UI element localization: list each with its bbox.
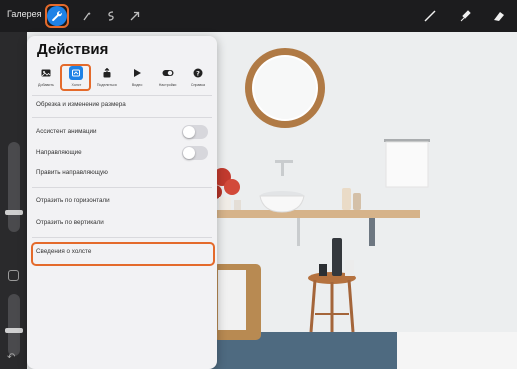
help-icon: ? [191,66,205,80]
tab-add-label: Добавить [38,83,54,87]
modify-button[interactable] [8,270,19,281]
flip-horizontal-item[interactable]: Отразить по горизонтали [32,194,212,210]
left-sidebar: ↶ [0,32,27,369]
canvas-tab-highlight [60,64,91,91]
tab-share-label: Поделиться [96,83,117,87]
brush-size-handle[interactable] [5,210,23,215]
image-icon [39,66,53,80]
tab-settings[interactable]: Настройки [154,64,182,96]
tab-help[interactable]: ? Справка [184,64,212,96]
divider [32,187,212,188]
crop-resize-item[interactable]: Обрезка и изменение размера [32,98,212,114]
toggle-icon [161,66,175,80]
flip-horizontal-label: Отразить по горизонтали [36,197,110,204]
divider [32,95,212,96]
brush-icon[interactable] [421,7,439,25]
tab-video[interactable]: Видео [123,64,151,96]
tab-help-label: Справка [190,83,205,87]
tab-settings-label: Настройки [158,83,177,87]
selection-icon[interactable] [101,6,121,26]
animation-assist-toggle[interactable] [182,125,208,139]
divider [32,117,212,118]
svg-text:?: ? [196,69,200,77]
guides-label: Направляющие [36,149,82,156]
undo-icon[interactable]: ↶ [7,352,15,363]
tab-add[interactable]: Добавить [32,64,60,96]
actions-panel: Действия Добавить Холст Поделиться Видео [27,36,217,369]
guides-item: Направляющие [32,146,212,162]
action-tabs: Добавить Холст Поделиться Видео Настройк… [29,64,215,96]
edit-guides-label: Править направляющую [36,169,108,176]
canvas-info-highlight [31,242,215,266]
flip-vertical-label: Отразить по вертикали [36,219,104,226]
animation-assist-label: Ассистент анимации [36,128,97,135]
panel-title: Действия [37,41,109,58]
animation-assist-item: Ассистент анимации [32,125,212,141]
tab-share[interactable]: Поделиться [93,64,121,96]
flip-vertical-item[interactable]: Отразить по вертикали [32,216,212,232]
opacity-slider[interactable] [8,294,20,356]
crop-resize-label: Обрезка и изменение размера [36,101,126,108]
divider [32,237,212,238]
wrench-highlight [45,4,69,28]
edit-guides-item[interactable]: Править направляющую [32,166,212,182]
transform-arrow-icon[interactable] [125,6,145,26]
smudge-icon[interactable] [456,7,474,25]
gallery-button[interactable]: Галерея [7,9,42,19]
top-toolbar: Галерея [0,0,517,32]
magic-wand-icon[interactable] [77,6,97,26]
guides-toggle[interactable] [182,146,208,160]
play-icon [130,66,144,80]
opacity-handle[interactable] [5,328,23,333]
brush-size-slider[interactable] [8,142,20,232]
share-icon [100,66,114,80]
tab-video-label: Видео [131,83,143,87]
eraser-icon[interactable] [490,7,508,25]
